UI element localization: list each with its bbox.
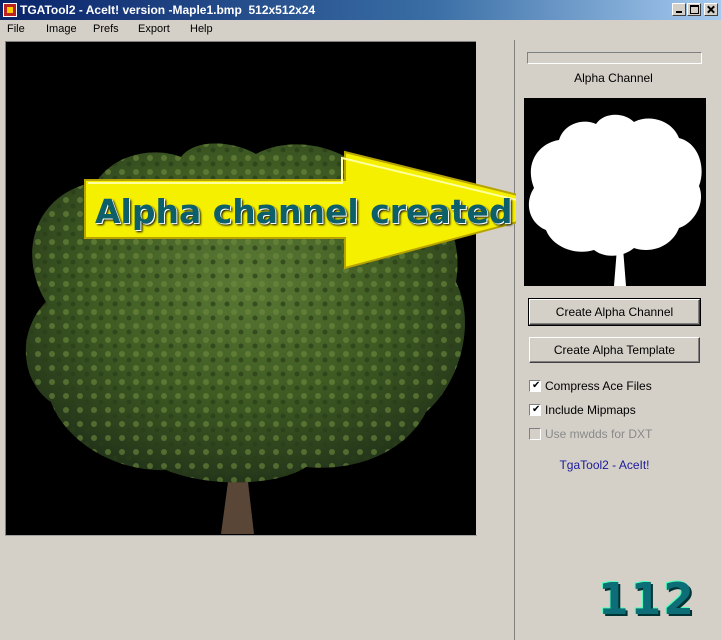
alpha-silhouette xyxy=(528,114,702,286)
title-bar: TGATool2 - AceIt! version -Maple1.bmp 51… xyxy=(0,0,721,20)
maximize-button[interactable] xyxy=(687,3,701,16)
window-title: TGATool2 - AceIt! version -Maple1.bmp 51… xyxy=(20,3,316,17)
menu-prefs[interactable]: Prefs xyxy=(93,23,119,35)
menu-export[interactable]: Export xyxy=(138,23,170,35)
image-canvas[interactable] xyxy=(5,41,476,535)
create-alpha-template-button[interactable]: Create Alpha Template xyxy=(529,337,700,363)
alpha-preview xyxy=(524,98,706,286)
tree-image xyxy=(25,143,465,534)
page-number: 112 xyxy=(598,574,696,625)
compress-ace-label: Compress Ace Files xyxy=(545,379,652,393)
minimize-button[interactable] xyxy=(672,3,686,16)
create-alpha-channel-button[interactable]: Create Alpha Channel xyxy=(528,298,701,326)
footer-text: TgaTool2 - AceIt! xyxy=(559,458,650,472)
compress-ace-checkbox[interactable]: ✔ xyxy=(529,380,541,392)
close-button[interactable] xyxy=(704,3,718,16)
menu-file[interactable]: File xyxy=(7,23,25,35)
alpha-channel-label: Alpha Channel xyxy=(574,71,653,85)
menu-image[interactable]: Image xyxy=(46,23,77,35)
include-mipmaps-checkbox[interactable]: ✔ xyxy=(529,404,541,416)
menu-bar: File Image Prefs Export Help xyxy=(0,20,721,40)
canvas-divider xyxy=(5,535,477,536)
app-icon[interactable] xyxy=(3,3,17,17)
menu-help[interactable]: Help xyxy=(190,23,213,35)
progress-bar xyxy=(527,52,702,64)
use-mwdds-checkbox xyxy=(529,428,541,440)
annotation-text: Alpha channel created xyxy=(95,192,513,231)
include-mipmaps-label: Include Mipmaps xyxy=(545,403,636,417)
use-mwdds-label: Use mwdds for DXT xyxy=(545,427,653,441)
